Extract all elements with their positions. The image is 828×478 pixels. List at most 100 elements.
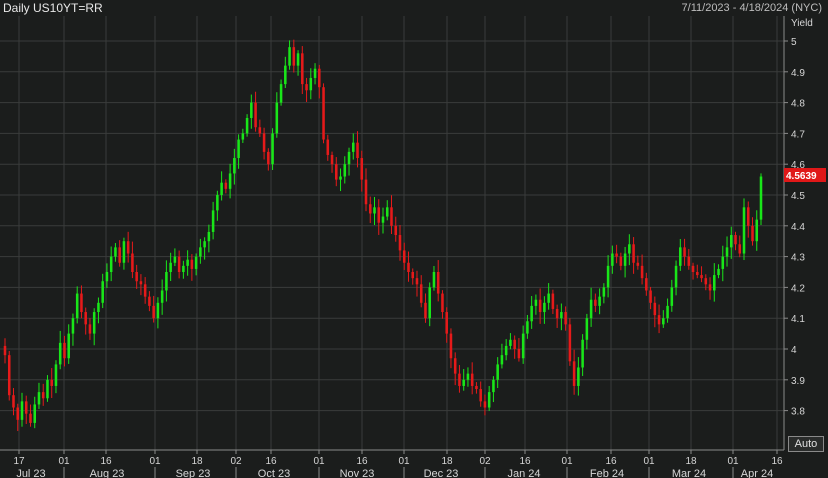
- candle-up: [534, 299, 538, 306]
- candle-down: [746, 207, 750, 226]
- candle-up: [381, 216, 385, 223]
- candle-up: [228, 173, 232, 189]
- candle-down: [322, 87, 325, 140]
- candle-down: [190, 259, 194, 269]
- candle-down: [394, 225, 398, 236]
- x-tick-label: 02: [230, 456, 242, 467]
- candle-up: [105, 272, 109, 282]
- candle-up: [75, 293, 79, 319]
- candle-up: [92, 312, 96, 334]
- candle-down: [80, 293, 83, 313]
- candle-up: [487, 392, 491, 408]
- candle-down: [135, 272, 138, 282]
- candle-up: [496, 364, 499, 380]
- candle-up: [500, 355, 504, 365]
- candle-up: [279, 84, 283, 103]
- candle-up: [114, 247, 117, 257]
- candle-down: [696, 272, 699, 276]
- candle-down: [407, 262, 410, 272]
- candlestick-chart: 54.94.84.74.64.54.44.34.24.143.93.8 Yiel…: [0, 16, 826, 478]
- candle-down: [458, 373, 461, 386]
- y-tick-label: 4.9: [791, 68, 805, 79]
- x-month-label: Mar 24: [672, 468, 706, 478]
- candle-down: [390, 207, 393, 226]
- candle-up: [339, 176, 342, 180]
- candle-down: [292, 47, 296, 66]
- candle-up: [109, 256, 113, 272]
- candle-down: [572, 361, 576, 386]
- candle-down: [224, 182, 228, 189]
- candle-down: [640, 265, 644, 279]
- candle-up: [203, 241, 206, 248]
- candle-down: [368, 204, 372, 214]
- candle-up: [275, 102, 279, 134]
- x-month-label: Aug 23: [90, 468, 125, 478]
- candle-down: [152, 305, 155, 319]
- candle-down: [326, 139, 330, 155]
- candle-up: [530, 305, 533, 322]
- candle-up: [271, 133, 274, 165]
- candle-down: [594, 299, 597, 306]
- candle-up: [373, 207, 376, 214]
- x-tick-label: 16: [605, 456, 617, 467]
- candle-up: [623, 253, 627, 266]
- candle-down: [50, 379, 53, 386]
- candle-up: [194, 256, 198, 269]
- candle-up: [67, 333, 70, 359]
- candle-down: [262, 133, 266, 152]
- candle-down: [63, 342, 66, 359]
- candle-down: [734, 235, 737, 245]
- candle-up: [504, 345, 508, 356]
- candle-down: [704, 278, 708, 285]
- y-tick-label: 4.7: [791, 129, 805, 140]
- candle-down: [360, 158, 364, 180]
- candle-up: [313, 68, 317, 78]
- candle-up: [560, 312, 563, 319]
- last-price-label: 4.5639: [786, 171, 817, 182]
- candle-down: [143, 284, 147, 297]
- candle-down: [411, 272, 415, 279]
- candle-up: [220, 182, 223, 195]
- candle-up: [211, 210, 215, 232]
- candle-up: [156, 302, 160, 319]
- candle-down: [3, 345, 7, 356]
- x-tick-label: 01: [149, 456, 161, 467]
- candle-up: [347, 151, 351, 165]
- candle-down: [126, 241, 130, 254]
- candle-up: [492, 379, 495, 393]
- candle-up: [245, 118, 249, 134]
- candle-down: [364, 179, 368, 205]
- candle-down: [305, 84, 308, 91]
- candle-down: [449, 333, 453, 359]
- candle-up: [233, 158, 236, 174]
- candle-down: [424, 302, 427, 319]
- y-tick-label: 4.3: [791, 253, 805, 264]
- candle-down: [7, 355, 11, 396]
- candle-up: [521, 333, 525, 359]
- x-tick-label: 16: [519, 456, 531, 467]
- x-month-label: Nov 23: [340, 468, 375, 478]
- candle-down: [691, 265, 695, 272]
- candle-down: [318, 68, 321, 88]
- candle-down: [131, 253, 134, 272]
- candle-up: [598, 296, 601, 306]
- candle-down: [483, 401, 487, 408]
- candle-up: [759, 176, 763, 220]
- x-month-label: Apr 24: [741, 468, 773, 478]
- candle-up: [721, 256, 725, 269]
- last-price-marker: 4.5639: [784, 168, 826, 182]
- candle-up: [432, 272, 436, 288]
- candle-down: [568, 324, 572, 362]
- candle-up: [602, 287, 606, 297]
- candle-up: [428, 287, 431, 319]
- auto-scale-button[interactable]: Auto: [788, 436, 824, 452]
- candle-up: [288, 47, 291, 66]
- candle-down: [139, 281, 143, 285]
- candle-up: [37, 392, 41, 405]
- x-tick-label: 01: [58, 456, 70, 467]
- candle-down: [12, 395, 15, 408]
- x-month-label: Feb 24: [590, 468, 624, 478]
- x-tick-label: 01: [561, 456, 573, 467]
- candle-up: [466, 373, 470, 380]
- candle-down: [657, 315, 661, 325]
